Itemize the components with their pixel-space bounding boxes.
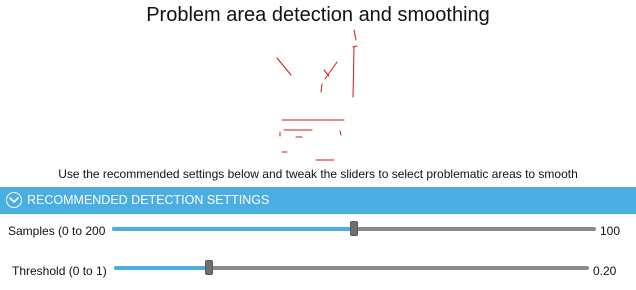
problem-mark xyxy=(324,61,338,80)
chevron-down-icon[interactable] xyxy=(6,192,22,208)
page-title: Problem area detection and smoothing xyxy=(146,4,490,26)
problem-mark xyxy=(320,83,323,93)
problem-mark xyxy=(352,46,355,98)
threshold-slider-thumb[interactable] xyxy=(205,260,213,275)
samples-slider-fill xyxy=(112,227,354,231)
threshold-slider[interactable] xyxy=(114,260,589,275)
samples-slider-thumb[interactable] xyxy=(350,221,358,236)
problem-area-marks xyxy=(276,29,358,161)
problem-mark xyxy=(323,69,330,77)
problem-mark xyxy=(339,130,342,136)
samples-label: Samples (0 to 200 xyxy=(8,224,106,238)
section-title: RECOMMENDED DETECTION SETTINGS xyxy=(27,193,270,207)
problem-mark xyxy=(353,29,357,41)
threshold-slider-fill xyxy=(114,266,209,270)
instructions-text: Use the recommended settings below and t… xyxy=(58,167,578,181)
problem-mark xyxy=(276,57,292,76)
threshold-value: 0.20 xyxy=(593,264,617,278)
samples-value: 100 xyxy=(600,224,621,238)
samples-slider[interactable] xyxy=(112,221,596,236)
problem-mark xyxy=(352,45,358,48)
problem-area-preview xyxy=(268,26,368,164)
recommended-settings-header[interactable]: RECOMMENDED DETECTION SETTINGS xyxy=(0,187,636,214)
threshold-label: Threshold (0 to 1) xyxy=(12,264,107,278)
